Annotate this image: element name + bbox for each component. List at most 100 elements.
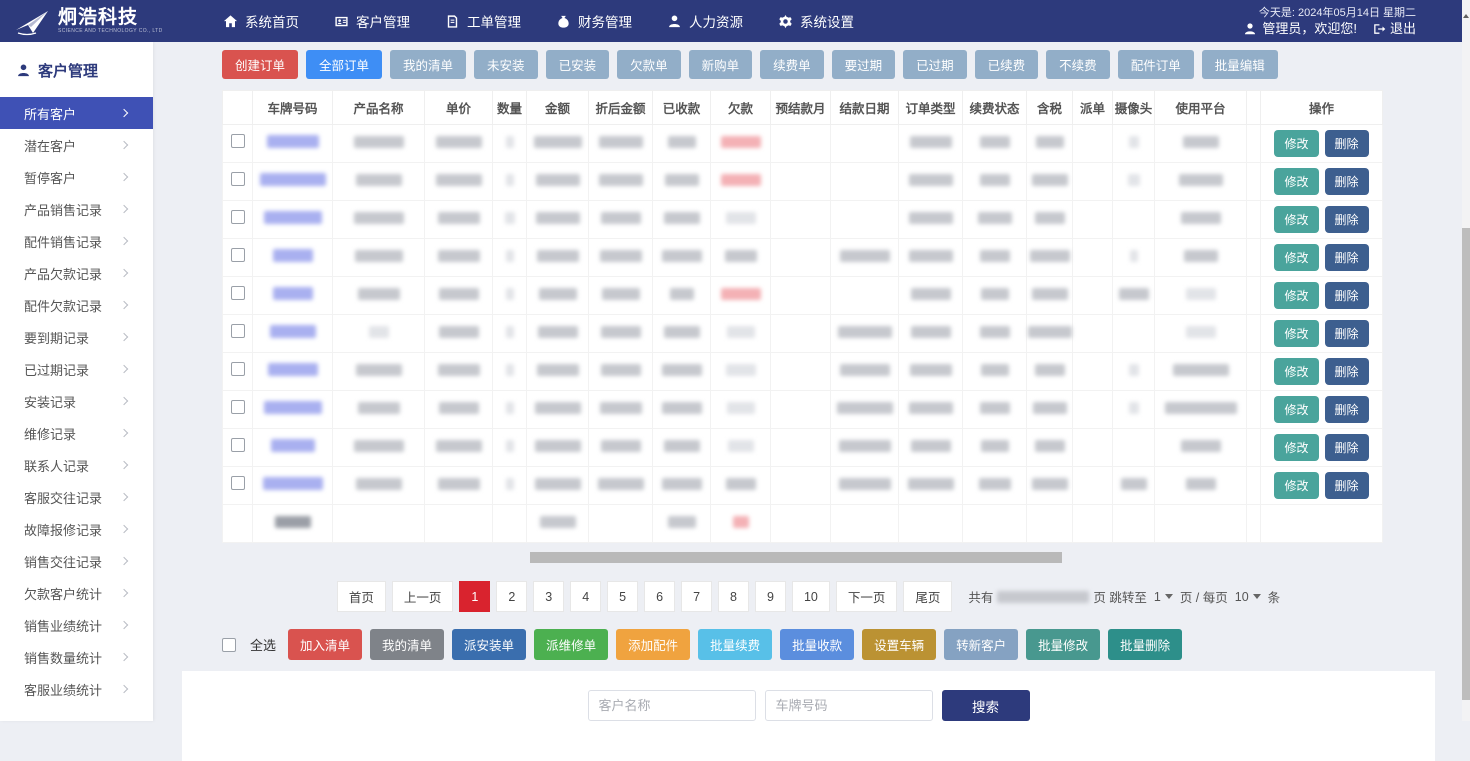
horizontal-scrollbar-thumb[interactable] <box>530 552 1062 563</box>
edit-button[interactable]: 修改 <box>1274 434 1318 461</box>
filter-button[interactable]: 未安装 <box>474 50 538 79</box>
filter-button[interactable]: 欠款单 <box>617 50 681 79</box>
scrollbar-up-arrow[interactable] <box>1462 5 1470 23</box>
row-checkbox[interactable] <box>231 324 245 338</box>
page-button[interactable]: 2 <box>496 581 527 612</box>
edit-button[interactable]: 修改 <box>1274 244 1318 271</box>
edit-button[interactable]: 修改 <box>1274 396 1318 423</box>
sidebar-item[interactable]: 已过期记录 <box>0 353 153 385</box>
nav-item-settings[interactable]: 系统设置 <box>777 11 854 31</box>
prev-page-button[interactable]: 上一页 <box>392 581 454 612</box>
row-checkbox[interactable] <box>231 438 245 452</box>
filter-button[interactable]: 配件订单 <box>1118 50 1194 79</box>
page-button[interactable]: 5 <box>607 581 638 612</box>
nav-item-home[interactable]: 系统首页 <box>222 11 299 31</box>
page-button[interactable]: 6 <box>644 581 675 612</box>
page-button[interactable]: 7 <box>681 581 712 612</box>
sidebar-item[interactable]: 客服交往记录 <box>0 481 153 513</box>
batch-button[interactable]: 派维修单 <box>534 629 608 660</box>
page-button[interactable]: 1 <box>459 581 490 612</box>
filter-button[interactable]: 已安装 <box>546 50 610 79</box>
edit-button[interactable]: 修改 <box>1274 472 1318 499</box>
sidebar-item[interactable]: 配件销售记录 <box>0 225 153 257</box>
filter-button[interactable]: 全部订单 <box>306 50 382 79</box>
batch-button[interactable]: 添加配件 <box>616 629 690 660</box>
batch-button[interactable]: 批量删除 <box>1108 629 1182 660</box>
sidebar-item[interactable]: 销售数量统计 <box>0 641 153 673</box>
delete-button[interactable]: 删除 <box>1325 130 1369 157</box>
delete-button[interactable]: 删除 <box>1325 358 1369 385</box>
next-page-button[interactable]: 下一页 <box>836 581 898 612</box>
edit-button[interactable]: 修改 <box>1274 130 1318 157</box>
page-button[interactable]: 10 <box>792 581 830 612</box>
delete-button[interactable]: 删除 <box>1325 320 1369 347</box>
sidebar-item[interactable]: 维修记录 <box>0 417 153 449</box>
delete-button[interactable]: 删除 <box>1325 434 1369 461</box>
sidebar-item[interactable]: 欠款客户统计 <box>0 577 153 609</box>
batch-button[interactable]: 批量续费 <box>698 629 772 660</box>
delete-button[interactable]: 删除 <box>1325 206 1369 233</box>
filter-button[interactable]: 要过期 <box>832 50 896 79</box>
customer-name-input[interactable] <box>588 690 756 721</box>
delete-button[interactable]: 删除 <box>1325 472 1369 499</box>
sidebar-item[interactable]: 产品欠款记录 <box>0 257 153 289</box>
logout-button[interactable]: 退出 <box>1372 21 1416 36</box>
filter-button[interactable]: 新购单 <box>689 50 753 79</box>
row-checkbox[interactable] <box>231 476 245 490</box>
row-checkbox[interactable] <box>231 286 245 300</box>
sidebar-item[interactable]: 故障报修记录 <box>0 513 153 545</box>
batch-button[interactable]: 设置车辆 <box>862 629 936 660</box>
row-checkbox[interactable] <box>231 172 245 186</box>
sidebar-item[interactable]: 安装记录 <box>0 385 153 417</box>
batch-button[interactable]: 派安装单 <box>452 629 526 660</box>
filter-button[interactable]: 已过期 <box>903 50 967 79</box>
search-button[interactable]: 搜索 <box>942 690 1030 721</box>
filter-button[interactable]: 续费单 <box>760 50 824 79</box>
batch-button[interactable]: 加入清单 <box>288 629 362 660</box>
sidebar-item[interactable]: 客服业绩统计 <box>0 673 153 705</box>
sidebar-item[interactable]: 联系人记录 <box>0 449 153 481</box>
sidebar-item[interactable]: 所有客户 <box>0 97 153 129</box>
row-checkbox[interactable] <box>231 134 245 148</box>
sidebar-item[interactable]: 暂停客户 <box>0 161 153 193</box>
nav-item-hr[interactable]: 人力资源 <box>666 11 743 31</box>
delete-button[interactable]: 删除 <box>1325 396 1369 423</box>
sidebar-item[interactable]: 配件欠款记录 <box>0 289 153 321</box>
page-button[interactable]: 8 <box>718 581 749 612</box>
batch-button[interactable]: 我的清单 <box>370 629 444 660</box>
edit-button[interactable]: 修改 <box>1274 358 1318 385</box>
page-button[interactable]: 4 <box>570 581 601 612</box>
page-button[interactable]: 9 <box>755 581 786 612</box>
delete-button[interactable]: 删除 <box>1325 282 1369 309</box>
sidebar-item[interactable]: 产品销售记录 <box>0 193 153 225</box>
filter-button[interactable]: 已续费 <box>975 50 1039 79</box>
delete-button[interactable]: 删除 <box>1325 244 1369 271</box>
per-page-select[interactable]: 10 <box>1232 588 1264 606</box>
row-checkbox[interactable] <box>231 210 245 224</box>
plate-number-input[interactable] <box>765 690 933 721</box>
batch-button[interactable]: 批量修改 <box>1026 629 1100 660</box>
last-page-button[interactable]: 尾页 <box>903 581 952 612</box>
edit-button[interactable]: 修改 <box>1274 206 1318 233</box>
batch-button[interactable]: 转新客户 <box>944 629 1018 660</box>
row-checkbox[interactable] <box>231 248 245 262</box>
sidebar-item[interactable]: 销售交往记录 <box>0 545 153 577</box>
filter-button[interactable]: 我的清单 <box>390 50 466 79</box>
batch-button[interactable]: 批量收款 <box>780 629 854 660</box>
filter-button[interactable]: 不续费 <box>1046 50 1110 79</box>
sidebar-item[interactable]: 潜在客户 <box>0 129 153 161</box>
first-page-button[interactable]: 首页 <box>337 581 386 612</box>
edit-button[interactable]: 修改 <box>1274 320 1318 347</box>
vertical-scrollbar-thumb[interactable] <box>1462 228 1470 700</box>
edit-button[interactable]: 修改 <box>1274 168 1318 195</box>
nav-item-finance[interactable]: 财务管理 <box>555 11 632 31</box>
row-checkbox[interactable] <box>231 362 245 376</box>
jump-page-select[interactable]: 1 <box>1151 588 1176 606</box>
page-button[interactable]: 3 <box>533 581 564 612</box>
filter-button[interactable]: 创建订单 <box>222 50 298 79</box>
row-checkbox[interactable] <box>231 400 245 414</box>
filter-button[interactable]: 批量编辑 <box>1202 50 1278 79</box>
edit-button[interactable]: 修改 <box>1274 282 1318 309</box>
delete-button[interactable]: 删除 <box>1325 168 1369 195</box>
nav-item-workorders[interactable]: 工单管理 <box>444 11 521 31</box>
